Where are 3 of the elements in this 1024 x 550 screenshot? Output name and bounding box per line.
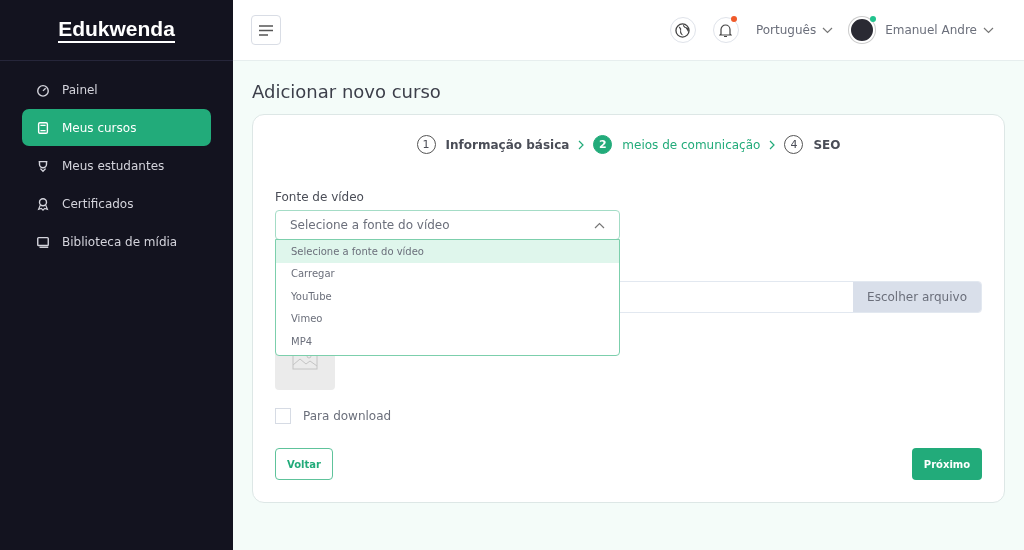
checkbox-label: Para download [303,409,392,423]
field-label: Fonte de vídeo [275,190,365,204]
page-title: Adicionar novo curso [252,81,442,102]
